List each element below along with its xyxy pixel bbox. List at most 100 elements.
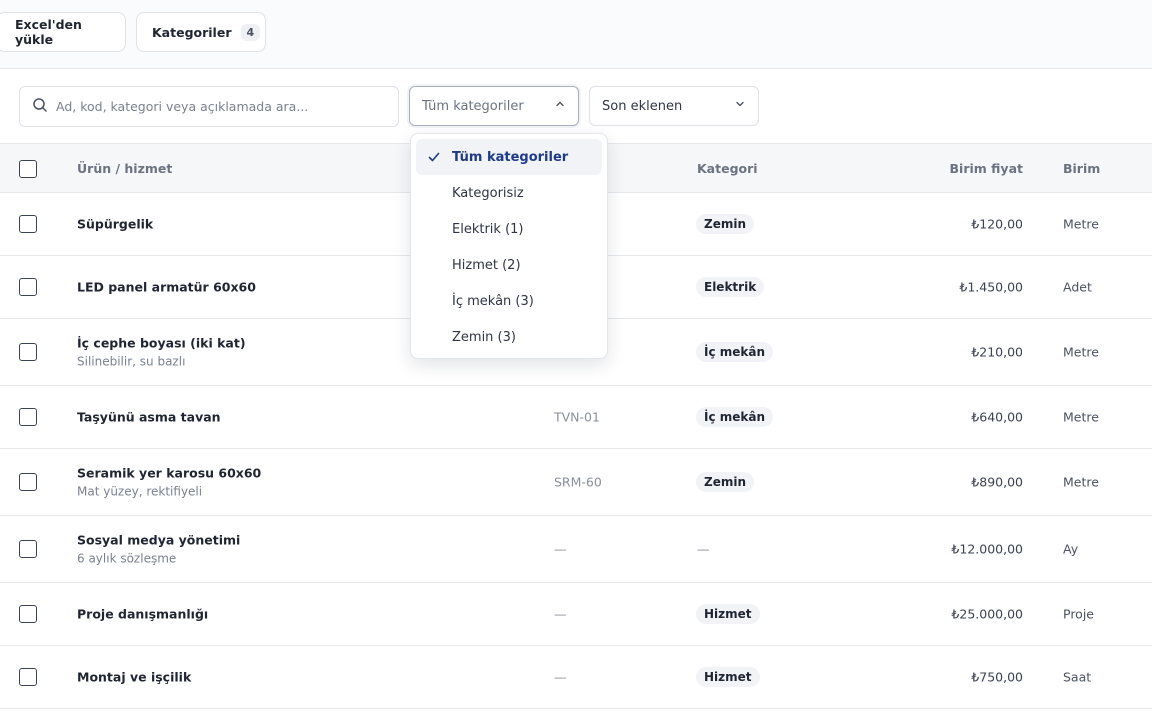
category-dropdown-menu: Tüm kategoriler Kategorisiz Elektrik (1) Hi… (410, 133, 608, 359)
product-name[interactable]: Seramik yer karosu 60x60 (77, 466, 261, 481)
dropdown-option[interactable]: Elektrik (1) (416, 211, 602, 247)
product-cell: Taşyünü asma tavan (77, 410, 221, 425)
product-name[interactable]: İç cephe boyası (iki kat) (77, 336, 246, 351)
category-tag: Zemin (696, 214, 754, 234)
header-category[interactable]: Kategori (697, 161, 758, 176)
unit-price: ₺890,00 (971, 474, 1023, 490)
search-box[interactable] (19, 86, 399, 127)
product-code: — (554, 606, 567, 622)
header-unit[interactable]: Birim (1063, 161, 1100, 176)
unit-label: Metre (1063, 409, 1099, 425)
unit-price: ₺1.450,00 (959, 279, 1023, 295)
dropdown-option-label: Hizmet (2) (452, 257, 521, 273)
select-all-checkbox[interactable] (19, 160, 37, 178)
chevron-up-icon (554, 98, 566, 114)
category-select-value: Tüm kategoriler (422, 98, 524, 114)
category-cell: Zemin (696, 472, 754, 492)
product-name[interactable]: Montaj ve işçilik (77, 670, 191, 685)
table-row[interactable]: Proje danışmanlığı — Hizmet ₺25.000,00 Proje (0, 583, 1152, 646)
product-name[interactable]: LED panel armatür 60x60 (77, 280, 256, 295)
category-tag: İç mekân (696, 342, 774, 362)
dropdown-option-label: Elektrik (1) (452, 221, 524, 237)
row-checkbox[interactable] (19, 343, 37, 361)
category-cell: Hizmet (696, 604, 760, 624)
row-checkbox[interactable] (19, 215, 37, 233)
top-toolbar: Excel'den yükle Kategoriler 4 (0, 0, 1152, 69)
dropdown-option-label: Kategorisiz (452, 185, 524, 201)
unit-label: Metre (1063, 474, 1099, 490)
product-code: — (554, 669, 567, 685)
unit-label: Saat (1063, 669, 1092, 685)
product-name[interactable]: Taşyünü asma tavan (77, 410, 221, 425)
unit-label: Ay (1063, 541, 1079, 557)
categories-count-badge: 4 (240, 23, 261, 41)
dropdown-option[interactable]: Hizmet (2) (416, 247, 602, 283)
category-tag: İç mekân (696, 407, 774, 427)
chevron-down-icon (734, 98, 746, 114)
row-checkbox[interactable] (19, 473, 37, 491)
table-row[interactable]: Sosyal medya yönetimi 6 aylık sözleşme — — ₺… (0, 516, 1152, 583)
unit-label: Metre (1063, 344, 1099, 360)
product-description: Mat yüzey, rektifiyeli (77, 484, 203, 499)
excel-upload-button[interactable]: Excel'den yükle (0, 12, 126, 52)
row-checkbox[interactable] (19, 668, 37, 686)
table-row[interactable]: Seramik yer karosu 60x60 Mat yüzey, rekti… (0, 449, 1152, 516)
table-row[interactable]: Taşyünü asma tavan TVN-01 İç mekân ₺640,00 M… (0, 386, 1152, 449)
product-name[interactable]: Süpürgelik (77, 217, 153, 232)
category-cell: İç mekân (696, 342, 774, 362)
product-code: SRM-60 (554, 474, 602, 490)
unit-price: ₺12.000,00 (951, 541, 1023, 557)
product-cell: Süpürgelik (77, 217, 153, 232)
table-row[interactable]: Montaj ve işçilik — Hizmet ₺750,00 Saat (0, 646, 1152, 709)
dropdown-option-label: Tüm kategoriler (452, 149, 569, 165)
row-checkbox[interactable] (19, 278, 37, 296)
category-cell: Elektrik (696, 277, 765, 297)
sort-select-value: Son eklenen (602, 98, 683, 114)
sort-select[interactable]: Son eklenen (589, 86, 759, 126)
product-description: Silinebilir, su bazlı (77, 354, 186, 369)
categories-label: Kategoriler (152, 24, 232, 40)
excel-upload-label: Excel'den yükle (15, 17, 82, 47)
unit-label: Proje (1063, 606, 1094, 622)
unit-label: Metre (1063, 216, 1099, 232)
row-checkbox[interactable] (19, 605, 37, 623)
dropdown-option[interactable]: Zemin (3) (416, 319, 602, 355)
category-select[interactable]: Tüm kategoriler (409, 86, 579, 126)
dropdown-option[interactable]: Kategorisiz (416, 175, 602, 211)
category-empty: — (697, 541, 710, 557)
dropdown-option[interactable]: İç mekân (3) (416, 283, 602, 319)
unit-price: ₺25.000,00 (951, 606, 1023, 622)
product-name[interactable]: Proje danışmanlığı (77, 607, 208, 622)
unit-price: ₺210,00 (971, 344, 1023, 360)
dropdown-option-label: Zemin (3) (452, 329, 516, 345)
check-icon (427, 150, 441, 164)
category-cell: İç mekân (696, 407, 774, 427)
product-cell: Montaj ve işçilik (77, 670, 191, 685)
category-cell: — (697, 542, 710, 557)
category-tag: Zemin (696, 472, 754, 492)
categories-button[interactable]: Kategoriler 4 (136, 12, 266, 52)
dropdown-option-label: İç mekân (3) (452, 293, 534, 309)
product-code: TVN-01 (554, 409, 600, 425)
row-checkbox[interactable] (19, 408, 37, 426)
category-tag: Elektrik (696, 277, 765, 297)
product-cell: Seramik yer karosu 60x60 Mat yüzey, rekti… (77, 466, 261, 499)
header-price[interactable]: Birim fiyat (950, 161, 1023, 176)
search-input[interactable] (56, 99, 376, 114)
product-cell: LED panel armatür 60x60 (77, 280, 256, 295)
product-code: — (554, 541, 567, 557)
category-tag: Hizmet (696, 604, 760, 624)
header-name[interactable]: Ürün / hizmet (77, 161, 172, 176)
product-description: 6 aylık sözleşme (77, 551, 177, 566)
product-name[interactable]: Sosyal medya yönetimi (77, 533, 240, 548)
dropdown-option[interactable]: Tüm kategoriler (416, 139, 602, 175)
product-cell: Proje danışmanlığı (77, 607, 208, 622)
category-tag: Hizmet (696, 667, 760, 687)
search-icon (32, 97, 48, 117)
row-checkbox[interactable] (19, 540, 37, 558)
product-cell: İç cephe boyası (iki kat) Silinebilir, su… (77, 336, 246, 369)
unit-label: Adet (1063, 279, 1092, 295)
category-cell: Zemin (696, 214, 754, 234)
unit-price: ₺640,00 (971, 409, 1023, 425)
category-cell: Hizmet (696, 667, 760, 687)
